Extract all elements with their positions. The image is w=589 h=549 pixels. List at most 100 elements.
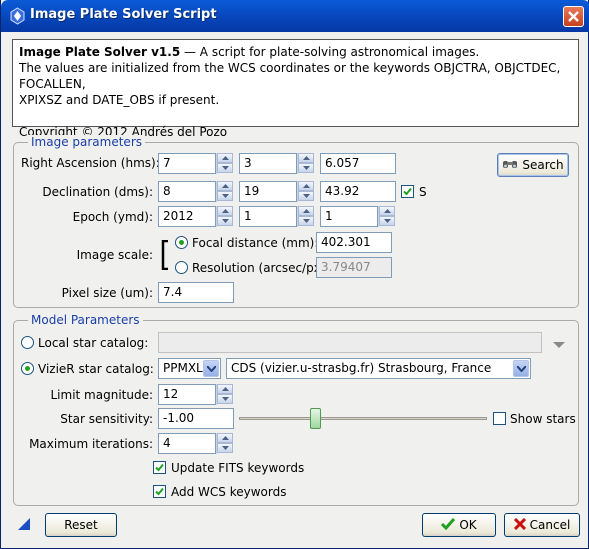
model-parameters-legend: Model Parameters: [28, 313, 143, 327]
vizier-server-select[interactable]: CDS (vizier.u-strasbg.fr) Strasbourg, Fr…: [226, 358, 531, 379]
limit-magnitude-spinner[interactable]: [216, 384, 233, 405]
app-icon: [9, 7, 26, 25]
pixel-size-label: Pixel size (um):: [61, 286, 153, 300]
update-fits-checkbox[interactable]: [153, 461, 166, 474]
window-title: Image Plate Solver Script: [30, 7, 217, 22]
spin-down-button[interactable]: [217, 191, 233, 201]
checkmark-icon: [441, 515, 456, 537]
arrow-up-icon: [303, 209, 310, 213]
epoch-year-input[interactable]: 2012: [158, 206, 216, 227]
epoch-year-spinner[interactable]: [216, 206, 233, 227]
ra-minutes-spinner[interactable]: [297, 153, 314, 174]
star-sensitivity-track[interactable]: [239, 417, 487, 420]
max-iterations-spinner[interactable]: [216, 433, 233, 454]
vizier-server-arrow[interactable]: [513, 360, 529, 377]
binoculars-icon: [502, 155, 518, 177]
spin-down-button[interactable]: [298, 216, 314, 226]
checkmark-icon: [155, 463, 164, 472]
cancel-icon: [513, 515, 526, 537]
limit-magnitude-input[interactable]: 12: [158, 384, 216, 405]
checkmark-icon: [155, 487, 164, 496]
arrow-up-icon: [222, 184, 229, 188]
epoch-day-input[interactable]: 1: [320, 206, 378, 227]
arrow-down-icon: [303, 194, 310, 198]
star-sensitivity-input[interactable]: -1.00: [158, 408, 234, 429]
resolution-label: Resolution (arcsec/px):: [192, 261, 330, 275]
spin-down-button[interactable]: [217, 394, 233, 404]
spin-down-button[interactable]: [217, 216, 233, 226]
resolution-radio[interactable]: [175, 261, 188, 274]
spin-up-button[interactable]: [379, 206, 395, 216]
chevron-down-icon: [207, 366, 216, 372]
vizier-catalog-radio[interactable]: [21, 362, 34, 375]
arrow-up-icon: [222, 209, 229, 213]
limit-magnitude-label: Limit magnitude:: [50, 388, 153, 402]
close-button[interactable]: [563, 6, 584, 27]
spin-up-button[interactable]: [217, 433, 233, 443]
ok-button[interactable]: OK: [422, 513, 496, 537]
search-button[interactable]: Search: [497, 153, 569, 177]
epoch-month-spinner[interactable]: [297, 206, 314, 227]
ra-hours-input[interactable]: 7: [158, 153, 216, 174]
arrow-up-icon: [222, 436, 229, 440]
reset-button[interactable]: Reset: [45, 513, 117, 537]
spin-down-button[interactable]: [217, 163, 233, 173]
resolution-input[interactable]: 3.79407: [316, 257, 392, 278]
spin-up-button[interactable]: [298, 181, 314, 191]
arrow-up-icon: [303, 156, 310, 160]
dec-minutes-input[interactable]: 19: [239, 181, 297, 202]
epoch-label: Epoch (ymd):: [72, 210, 153, 224]
close-icon: [568, 11, 579, 22]
chevron-down-icon: [517, 366, 526, 372]
dec-label: Declination (dms):: [42, 185, 153, 199]
spin-down-button[interactable]: [217, 443, 233, 453]
show-stars-checkbox[interactable]: [493, 412, 506, 425]
spin-up-button[interactable]: [217, 153, 233, 163]
dec-degrees-spinner[interactable]: [216, 181, 233, 202]
arrow-down-icon: [222, 397, 229, 401]
info-box: Image Plate Solver v1.5 — A script for p…: [12, 39, 579, 139]
star-sensitivity-slider[interactable]: [310, 408, 322, 429]
ra-seconds-input[interactable]: 6.057: [320, 153, 396, 174]
vizier-catalog-label: VizieR star catalog:: [38, 362, 154, 376]
show-stars-label: Show stars: [510, 412, 576, 426]
epoch-month-input[interactable]: 1: [239, 206, 297, 227]
dec-degrees-input[interactable]: 8: [158, 181, 216, 202]
focal-distance-radio[interactable]: [175, 236, 188, 249]
spin-down-button[interactable]: [379, 216, 395, 226]
local-catalog-dropdown-icon[interactable]: [552, 338, 566, 352]
max-iterations-input[interactable]: 4: [158, 433, 216, 454]
script-heading: Image Plate Solver v1.5: [19, 45, 181, 59]
ra-minutes-input[interactable]: 3: [239, 153, 297, 174]
spin-up-button[interactable]: [217, 181, 233, 191]
catalog-select-arrow[interactable]: [203, 360, 219, 377]
spin-down-button[interactable]: [298, 163, 314, 173]
dec-seconds-input[interactable]: 43.92: [320, 181, 396, 202]
south-checkbox[interactable]: [401, 185, 414, 198]
add-wcs-checkbox[interactable]: [153, 485, 166, 498]
star-sensitivity-label: Star sensitivity:: [60, 412, 153, 426]
arrow-down-icon: [222, 166, 229, 170]
focal-distance-label: Focal distance (mm):: [192, 236, 319, 250]
spin-up-button[interactable]: [298, 206, 314, 216]
local-catalog-label: Local star catalog:: [38, 336, 149, 350]
ra-hours-spinner[interactable]: [216, 153, 233, 174]
max-iterations-label: Maximum iterations:: [29, 437, 153, 451]
add-wcs-label: Add WCS keywords: [171, 485, 287, 499]
catalog-select[interactable]: PPMXL: [158, 358, 221, 379]
epoch-day-spinner[interactable]: [378, 206, 395, 227]
dec-minutes-spinner[interactable]: [297, 181, 314, 202]
spin-up-button[interactable]: [217, 384, 233, 394]
vizier-server-value: CDS (vizier.u-strasbg.fr) Strasbourg, Fr…: [231, 361, 492, 375]
spin-down-button[interactable]: [298, 191, 314, 201]
south-label: S: [419, 185, 427, 199]
new-instance-icon[interactable]: [17, 517, 31, 534]
cancel-button[interactable]: Cancel: [504, 513, 580, 537]
focal-distance-input[interactable]: 402.301: [316, 232, 392, 253]
pixel-size-input[interactable]: 7.4: [158, 282, 234, 303]
spin-up-button[interactable]: [298, 153, 314, 163]
spin-up-button[interactable]: [217, 206, 233, 216]
title-bar[interactable]: Image Plate Solver Script: [1, 0, 589, 32]
local-catalog-path-input[interactable]: [158, 332, 542, 353]
local-catalog-radio[interactable]: [21, 336, 34, 349]
